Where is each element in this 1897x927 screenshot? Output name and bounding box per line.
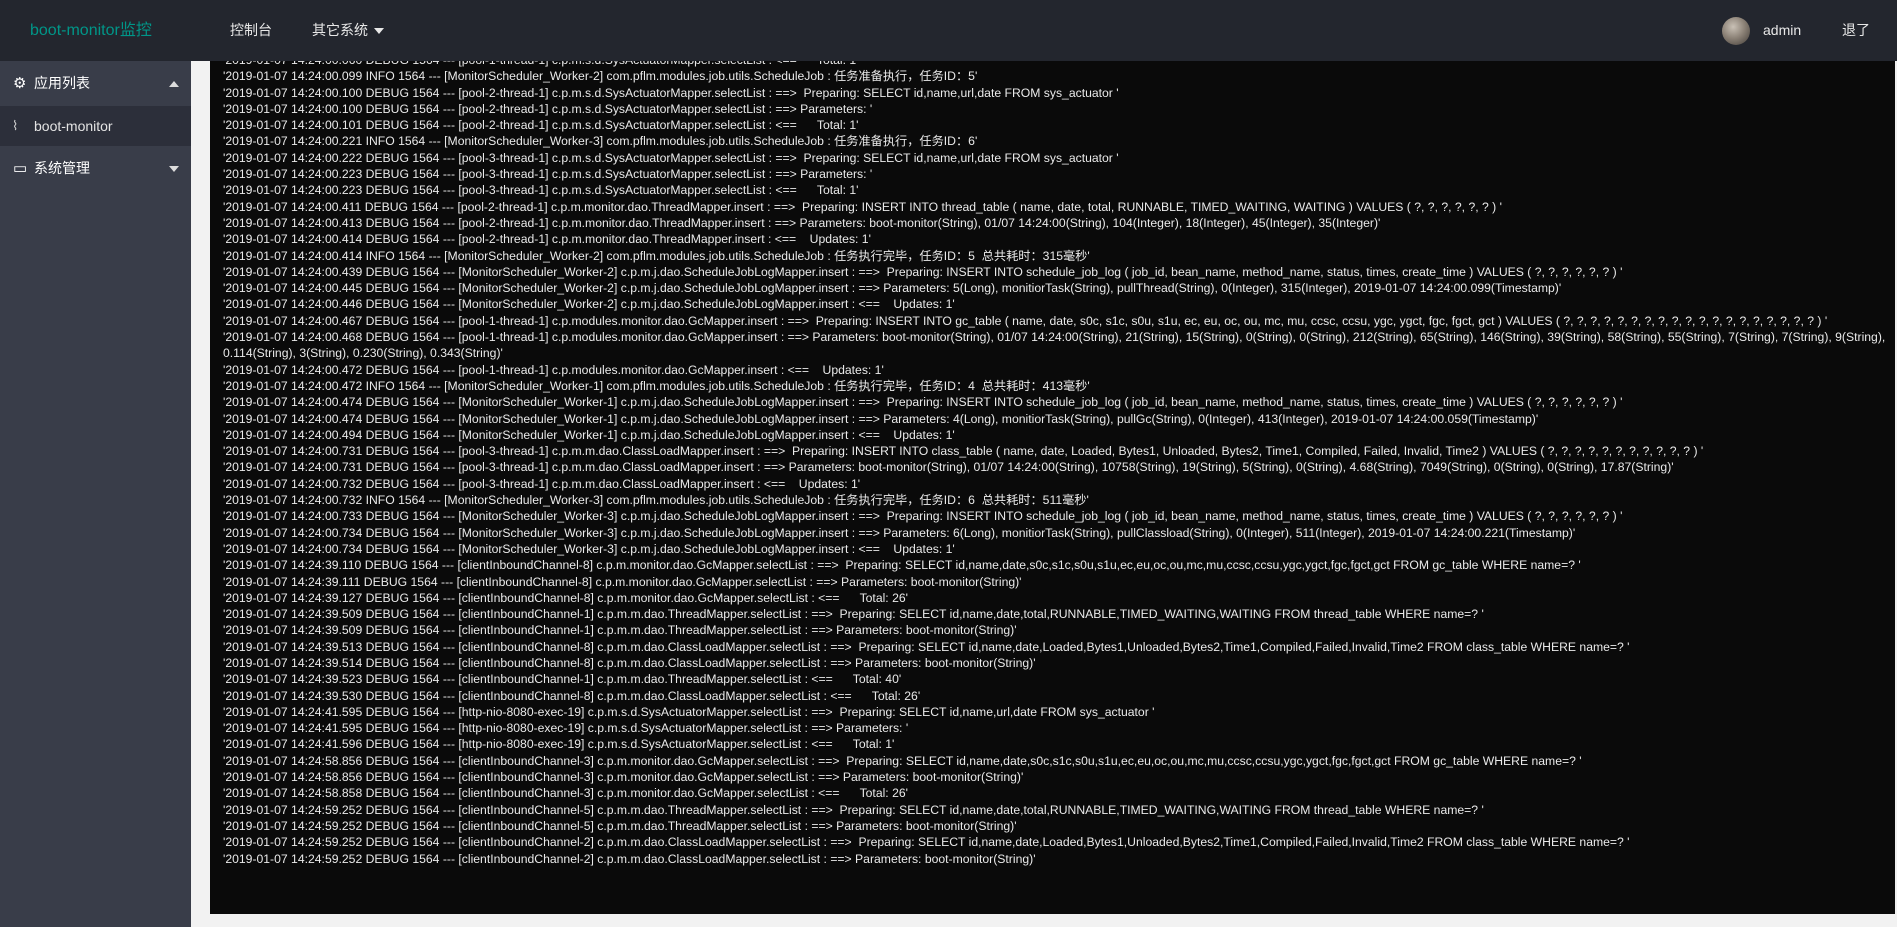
log-line: '2019-01-07 14:24:00.414 DEBUG 1564 --- …	[223, 232, 871, 247]
gear-icon: ⚙	[13, 75, 27, 92]
log-line: '2019-01-07 14:24:59.252 DEBUG 1564 --- …	[223, 835, 1630, 850]
log-line: '2019-01-07 14:24:41.595 DEBUG 1564 --- …	[223, 704, 1155, 719]
log-line: '2019-01-07 14:24:58.856 DEBUG 1564 --- …	[223, 753, 1582, 768]
sidebar: ⚙ 应用列表 ⌇ boot-monitor ▭ 系统管理	[0, 61, 191, 927]
log-line: '2019-01-07 14:24:00.060 DEBUG 1564 --- …	[223, 61, 1888, 68]
log-line: '2019-01-07 14:24:39.530 DEBUG 1564 --- …	[223, 688, 921, 703]
nav-other-systems-label: 其它系统	[312, 22, 368, 38]
log-line: '2019-01-07 14:24:00.731 DEBUG 1564 --- …	[223, 444, 1704, 459]
sidebar-group-label: 应用列表	[34, 75, 90, 91]
log-line: '2019-01-07 14:24:00.101 DEBUG 1564 --- …	[223, 118, 859, 133]
log-line: '2019-01-07 14:24:39.509 DEBUG 1564 --- …	[223, 607, 1484, 622]
log-line: '2019-01-07 14:24:00.413 DEBUG 1564 --- …	[223, 215, 1381, 230]
log-line: '2019-01-07 14:24:41.596 DEBUG 1564 --- …	[223, 737, 895, 752]
log-line: '2019-01-07 14:24:39.111 DEBUG 1564 --- …	[223, 574, 1022, 589]
log-line: '2019-01-07 14:24:00.472 DEBUG 1564 --- …	[223, 362, 884, 377]
nav-console[interactable]: 控制台	[230, 0, 272, 61]
sidebar-item-boot-monitor[interactable]: ⌇ boot-monitor	[0, 106, 191, 146]
log-line: '2019-01-07 14:24:00.223 DEBUG 1564 --- …	[223, 167, 873, 182]
log-line: '2019-01-07 14:24:39.127 DEBUG 1564 --- …	[223, 590, 908, 605]
avatar[interactable]	[1722, 17, 1750, 45]
pulse-icon: ⌇	[12, 118, 19, 133]
log-line: '2019-01-07 14:24:00.221 INFO 1564 --- […	[223, 134, 978, 149]
log-line: '2019-01-07 14:24:00.494 DEBUG 1564 --- …	[223, 427, 955, 442]
log-line: '2019-01-07 14:24:00.467 DEBUG 1564 --- …	[223, 313, 1828, 328]
sidebar-group-app-list[interactable]: ⚙ 应用列表	[0, 61, 191, 106]
chevron-down-icon	[169, 166, 179, 172]
log-line: '2019-01-07 14:24:00.472 INFO 1564 --- […	[223, 378, 1090, 393]
log-line: '2019-01-07 14:24:00.100 DEBUG 1564 --- …	[223, 101, 873, 116]
log-line: '2019-01-07 14:24:39.509 DEBUG 1564 --- …	[223, 623, 1017, 638]
log-line: '2019-01-07 14:24:59.252 DEBUG 1564 --- …	[223, 802, 1484, 817]
log-output: '2019-01-07 14:24:00.060 DEBUG 1564 --- …	[223, 61, 1888, 867]
sidebar-group-system-management[interactable]: ▭ 系统管理	[0, 146, 191, 191]
log-line: '2019-01-07 14:24:59.252 DEBUG 1564 --- …	[223, 818, 1017, 833]
log-line: '2019-01-07 14:24:00.099 INFO 1564 --- […	[223, 69, 978, 84]
chevron-down-icon	[374, 28, 384, 35]
log-line: '2019-01-07 14:24:00.100 DEBUG 1564 --- …	[223, 85, 1119, 100]
logout-link[interactable]: 退了	[1842, 0, 1870, 61]
log-line: '2019-01-07 14:24:39.523 DEBUG 1564 --- …	[223, 672, 902, 687]
log-line: '2019-01-07 14:24:00.734 DEBUG 1564 --- …	[223, 541, 955, 556]
app-logo[interactable]: boot-monitor监控	[30, 0, 152, 61]
sidebar-item-label: boot-monitor	[34, 118, 113, 134]
main-content: '2019-01-07 14:24:00.060 DEBUG 1564 --- …	[191, 61, 1897, 927]
log-line: '2019-01-07 14:24:58.858 DEBUG 1564 --- …	[223, 786, 908, 801]
log-line: '2019-01-07 14:24:00.414 INFO 1564 --- […	[223, 248, 1090, 263]
log-line: '2019-01-07 14:24:00.474 DEBUG 1564 --- …	[223, 395, 1623, 410]
log-line: '2019-01-07 14:24:00.439 DEBUG 1564 --- …	[223, 264, 1623, 279]
log-console[interactable]: '2019-01-07 14:24:00.060 DEBUG 1564 --- …	[210, 61, 1895, 914]
log-line: '2019-01-07 14:24:00.474 DEBUG 1564 --- …	[223, 411, 1539, 426]
log-line: '2019-01-07 14:24:00.222 DEBUG 1564 --- …	[223, 150, 1119, 165]
log-line: '2019-01-07 14:24:00.732 DEBUG 1564 --- …	[223, 476, 861, 491]
log-line: '2019-01-07 14:24:00.445 DEBUG 1564 --- …	[223, 281, 1562, 296]
log-line: '2019-01-07 14:24:39.514 DEBUG 1564 --- …	[223, 655, 1036, 670]
nav-other-systems[interactable]: 其它系统	[312, 0, 384, 61]
username[interactable]: admin	[1763, 0, 1801, 61]
log-line: '2019-01-07 14:24:00.734 DEBUG 1564 --- …	[223, 525, 1576, 540]
log-line: '2019-01-07 14:24:00.733 DEBUG 1564 --- …	[223, 509, 1623, 524]
log-line: '2019-01-07 14:24:00.731 DEBUG 1564 --- …	[223, 460, 1674, 475]
log-line: '2019-01-07 14:24:39.513 DEBUG 1564 --- …	[223, 639, 1630, 654]
monitor-icon: ▭	[13, 160, 28, 177]
sidebar-group-label: 系统管理	[34, 160, 90, 176]
log-line: '2019-01-07 14:24:59.252 DEBUG 1564 --- …	[223, 851, 1036, 866]
log-line: '2019-01-07 14:24:39.110 DEBUG 1564 --- …	[223, 558, 1581, 573]
log-line: '2019-01-07 14:24:00.446 DEBUG 1564 --- …	[223, 297, 955, 312]
top-header: boot-monitor监控 控制台 其它系统 admin 退了	[0, 0, 1897, 61]
log-line: '2019-01-07 14:24:00.411 DEBUG 1564 --- …	[223, 199, 1502, 214]
log-line: '2019-01-07 14:24:00.468 DEBUG 1564 --- …	[223, 330, 1889, 361]
log-line: '2019-01-07 14:24:58.856 DEBUG 1564 --- …	[223, 770, 1024, 785]
log-line: '2019-01-07 14:24:41.595 DEBUG 1564 --- …	[223, 721, 909, 736]
log-line: '2019-01-07 14:24:00.732 INFO 1564 --- […	[223, 493, 1089, 508]
chevron-up-icon	[169, 81, 179, 87]
log-line: '2019-01-07 14:24:00.223 DEBUG 1564 --- …	[223, 183, 859, 198]
